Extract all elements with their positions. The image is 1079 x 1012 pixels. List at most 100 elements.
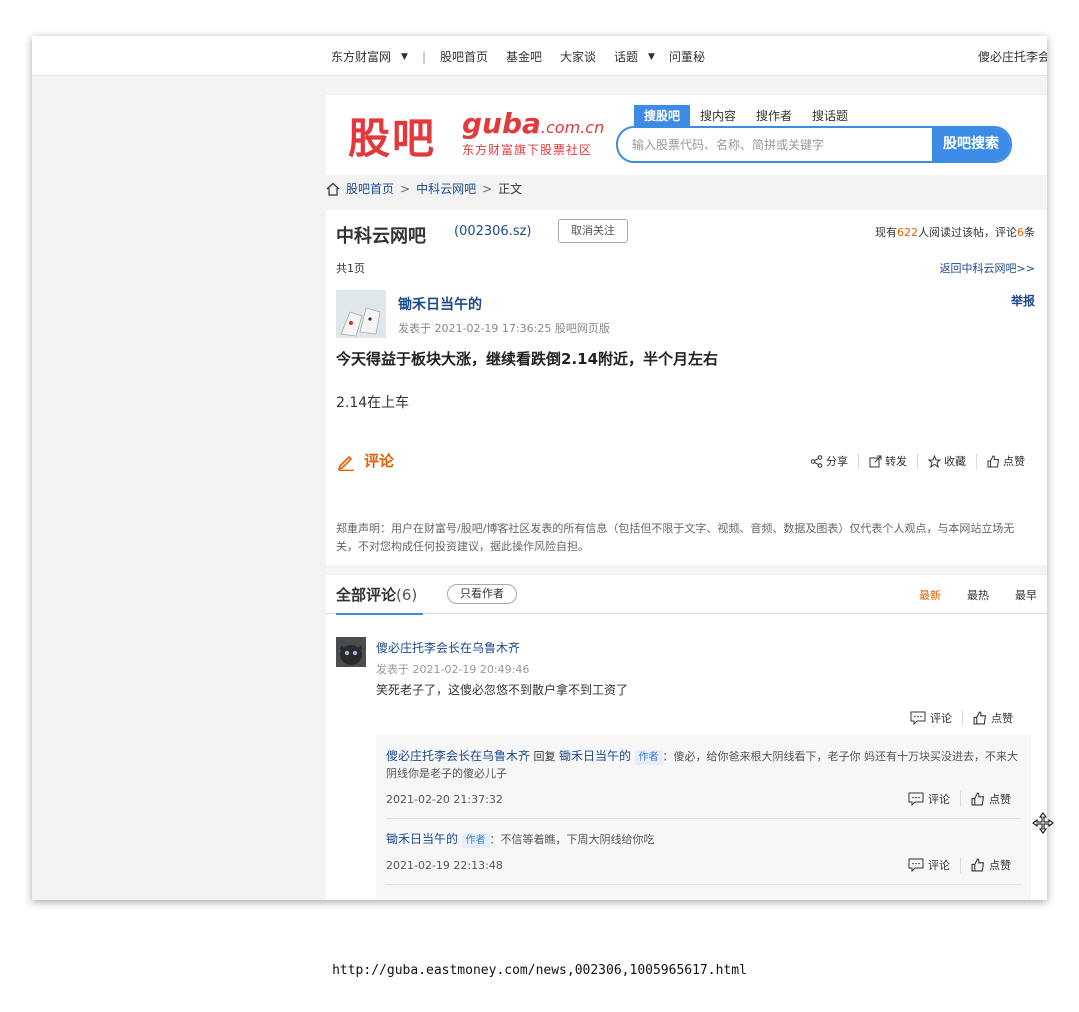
post-panel: 中科云网吧 (002306.sz) 取消关注 现有622人阅读过该帖，评论6条 … — [326, 210, 1047, 565]
breadcrumb: 股吧首页 > 中科云网吧 > 正文 — [326, 180, 522, 197]
reply-comment-button[interactable]: 评论 — [898, 857, 960, 873]
avatar-image-icon — [336, 290, 386, 338]
comment-bubble-icon — [908, 792, 924, 806]
nav-separator: | — [421, 49, 426, 64]
reply-word: 回复 — [533, 750, 556, 763]
forward-label: 转发 — [885, 455, 907, 468]
like-label: 点赞 — [1003, 455, 1025, 468]
search-input[interactable]: 输入股票代码、名称、简拼或关键字 — [632, 136, 824, 153]
sort-hottest[interactable]: 最热 — [967, 587, 989, 603]
post-title: 今天得益于板块大涨，继续看跌倒2.14附近，半个月左右 — [336, 350, 719, 368]
search-box: 输入股票代码、名称、简拼或关键字 股吧搜索 — [616, 126, 1012, 163]
comment-bubble-icon — [908, 858, 924, 872]
only-author-button[interactable]: 只看作者 — [447, 584, 517, 604]
reply-user[interactable]: 锄禾日当午的 — [386, 832, 458, 846]
read-stats: 现有622人阅读过该帖，评论6条 — [875, 224, 1035, 240]
nav-eastmoney[interactable]: 东方财富网 — [331, 48, 391, 65]
breadcrumb-separator: > — [482, 181, 493, 196]
reply-like-button[interactable]: 点赞 — [960, 857, 1021, 873]
sort-earliest[interactable]: 最早 — [1015, 587, 1037, 603]
breadcrumb-bar[interactable]: 中科云网吧 — [416, 180, 476, 197]
share-icon — [810, 454, 823, 468]
nav-dajiatan[interactable]: 大家谈 — [560, 48, 596, 65]
nav-guba-home[interactable]: 股吧首页 — [440, 48, 488, 65]
guba-logo[interactable]: 股吧 — [348, 105, 436, 166]
reply-time: 2021-02-20 21:37:32 — [386, 793, 503, 806]
author-avatar[interactable] — [336, 290, 386, 338]
search-tab-topic[interactable]: 搜话题 — [802, 105, 858, 126]
comment-text: 笑死老子了，这傻必忽悠不到散户拿不到工资了 — [376, 683, 629, 697]
post-author[interactable]: 锄禾日当午的 — [398, 294, 482, 314]
thumbs-up-icon — [987, 454, 1000, 467]
reply-like-label: 点赞 — [989, 859, 1011, 872]
home-icon — [326, 182, 340, 196]
pencil-icon — [337, 455, 354, 471]
comment-like-button[interactable]: 点赞 — [962, 710, 1023, 726]
post-actions: 分享 转发 收藏 点赞 — [800, 453, 1035, 469]
reply-item: 傻必庄托李会长在乌鲁木齐 回复 锄禾日当午的 作者 ：傻必，给你爸来根大阴线看下，… — [386, 748, 1026, 782]
comment-actions: 评论 点赞 — [900, 710, 1023, 726]
reply-user[interactable]: 傻必庄托李会长在乌鲁木齐 — [386, 749, 530, 763]
comment-time: 发表于 2021-02-19 20:49:46 — [376, 663, 530, 676]
share-label: 分享 — [826, 455, 848, 468]
search-button[interactable]: 股吧搜索 — [932, 128, 1010, 161]
read-suffix: 条 — [1024, 226, 1035, 239]
bar-name[interactable]: 中科云网吧 — [336, 222, 426, 248]
cat-avatar-icon — [336, 637, 366, 667]
collect-label: 收藏 — [944, 455, 966, 468]
commenter-name[interactable]: 傻必庄托李会长在乌鲁木齐 — [376, 639, 520, 656]
search-tab-content[interactable]: 搜内容 — [690, 105, 746, 126]
thumbs-up-icon — [971, 792, 984, 806]
author-tag: 作者 — [461, 833, 490, 848]
sort-options: 最新 最热 最早 — [893, 587, 1037, 603]
dropdown-arrow-icon[interactable]: ▼ — [648, 52, 655, 62]
reply-like-label: 点赞 — [989, 793, 1011, 806]
share-button[interactable]: 分享 — [800, 453, 858, 469]
back-to-bar-link[interactable]: 返回中科云网吧>> — [940, 260, 1035, 276]
post-meta: 发表于 2021-02-19 17:36:25 股吧网页版 — [398, 322, 610, 335]
move-cursor-icon — [1032, 812, 1054, 834]
comment-reply-button[interactable]: 评论 — [900, 710, 962, 726]
logo-en-text: guba — [462, 107, 541, 140]
reply-comment-button[interactable]: 评论 — [898, 791, 960, 807]
read-count: 622 — [897, 226, 918, 239]
reply-divider — [386, 818, 1021, 819]
comment-count: 6 — [1017, 226, 1024, 239]
search-tab-bar[interactable]: 搜股吧 — [634, 105, 691, 126]
reply-list: 傻必庄托李会长在乌鲁木齐 回复 锄禾日当午的 作者 ：傻必，给你爸来根大阴线看下，… — [376, 735, 1031, 900]
write-comment-link[interactable]: 评论 — [336, 450, 394, 471]
dropdown-arrow-icon[interactable]: ▼ — [401, 52, 408, 62]
logo-subtitle: 东方财富旗下股票社区 — [462, 143, 593, 157]
reply-actions: 评论 点赞 — [898, 791, 1021, 807]
page-count: 共1页 — [336, 262, 365, 275]
guba-logo-en[interactable]: guba.com.cn — [462, 107, 604, 140]
nav-ask-secretary[interactable]: 问董秘 — [669, 48, 705, 65]
browser-screenshot: 东方财富网 ▼ | 股吧首页 基金吧 大家谈 话题 ▼ 问董秘 傻必庄托李会 股… — [32, 36, 1047, 900]
thumbs-up-icon — [973, 711, 986, 725]
nav-topics[interactable]: 话题 — [614, 48, 638, 65]
commenter-avatar[interactable] — [336, 637, 366, 667]
logo-domain: .com.cn — [540, 118, 605, 137]
breadcrumb-separator: > — [400, 181, 411, 196]
reply-like-button[interactable]: 点赞 — [960, 791, 1021, 807]
stock-code[interactable]: (002306.sz) — [454, 224, 532, 239]
nav-fund-bar[interactable]: 基金吧 — [506, 48, 542, 65]
top-nav: 东方财富网 ▼ | 股吧首页 基金吧 大家谈 话题 ▼ 问董秘 — [331, 48, 723, 65]
reply-target[interactable]: 锄禾日当午的 — [559, 749, 631, 763]
comment-like-label: 点赞 — [991, 712, 1013, 725]
unfollow-button[interactable]: 取消关注 — [558, 219, 628, 243]
forward-button[interactable]: 转发 — [858, 453, 917, 469]
like-button[interactable]: 点赞 — [976, 453, 1035, 469]
site-header: 股吧 guba.com.cn 东方财富旗下股票社区 搜股吧 搜内容 搜作者 搜话… — [326, 95, 1047, 175]
reply-time: 2021-02-19 22:13:48 — [386, 859, 503, 872]
top-nav-bar: 东方财富网 ▼ | 股吧首页 基金吧 大家谈 话题 ▼ 问董秘 傻必庄托李会 — [32, 36, 1047, 76]
breadcrumb-home[interactable]: 股吧首页 — [346, 180, 394, 197]
report-link[interactable]: 举报 — [1011, 292, 1035, 309]
search-tab-author[interactable]: 搜作者 — [746, 105, 802, 126]
post-body: 2.14在上车 — [336, 395, 410, 411]
comment-bubble-icon — [910, 711, 926, 725]
user-name-link[interactable]: 傻必庄托李会 — [978, 48, 1047, 65]
tab-all-comments[interactable]: 全部评论(6) — [336, 584, 424, 615]
collect-button[interactable]: 收藏 — [917, 453, 976, 469]
sort-newest[interactable]: 最新 — [919, 587, 941, 603]
